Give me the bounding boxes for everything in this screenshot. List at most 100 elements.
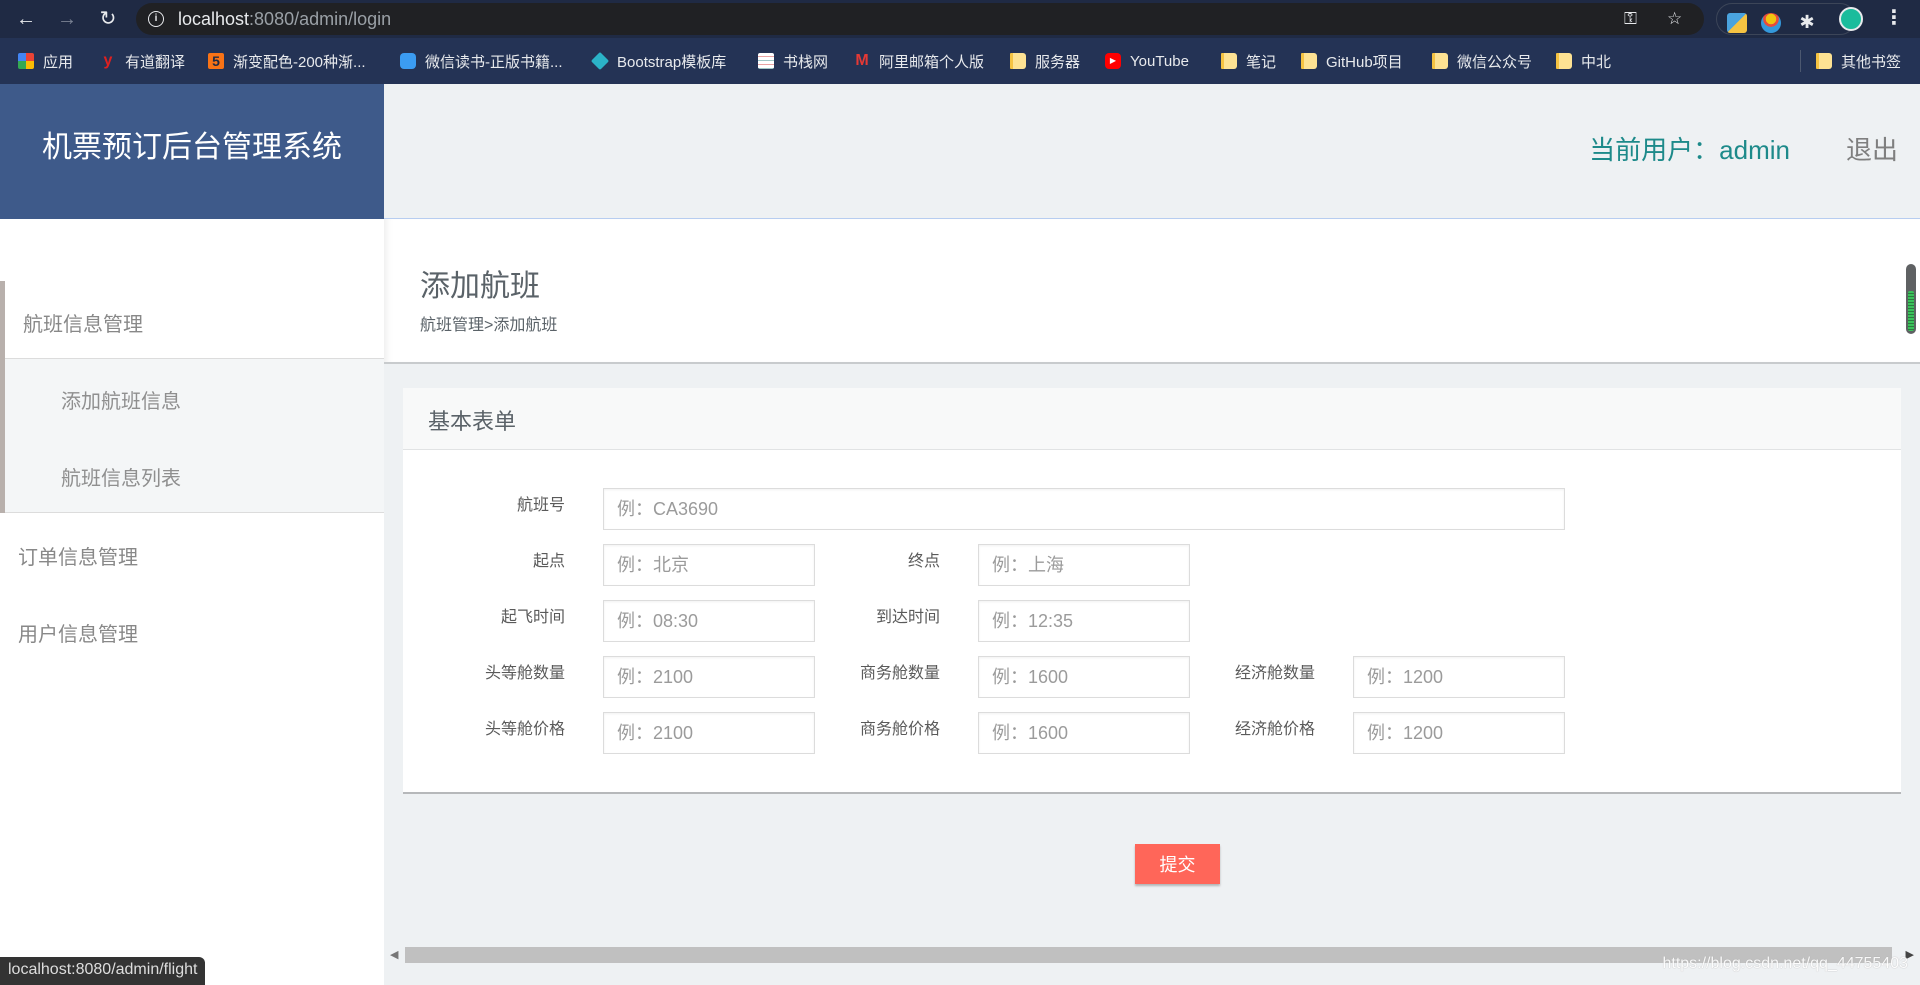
origin-label: 起点 bbox=[532, 553, 565, 570]
bookmark-label: 应用 bbox=[43, 53, 74, 71]
business-class-count-input[interactable] bbox=[978, 656, 1190, 698]
bookmark-folder-wechat[interactable]: 微信公众号 bbox=[1432, 50, 1532, 72]
site-info-icon[interactable]: i bbox=[148, 11, 164, 27]
bookmark-folder-notes[interactable]: 笔记 bbox=[1221, 50, 1276, 72]
logout-link[interactable]: 退出 bbox=[1846, 130, 1898, 167]
sidebar: 航班信息管理 添加航班信息 航班信息列表 订单信息管理 用户信息管理 bbox=[0, 219, 384, 985]
folder-icon bbox=[1010, 53, 1026, 69]
youdao-icon: y bbox=[103, 52, 113, 69]
bookmark-folder-server[interactable]: 服务器 bbox=[1010, 50, 1080, 72]
scroll-left-icon[interactable]: ◀ bbox=[390, 948, 398, 961]
profile-avatar[interactable] bbox=[1839, 7, 1863, 31]
form-card-title: 基本表单 bbox=[428, 409, 517, 434]
sidebar-item-flight-management[interactable]: 航班信息管理 bbox=[23, 308, 143, 337]
bookmark-label: GitHub项目 bbox=[1326, 53, 1403, 71]
bookmark-folder-other[interactable]: 其他书签 bbox=[1816, 50, 1901, 72]
app-brand: 机票预订后台管理系统 bbox=[0, 84, 384, 219]
vertical-scroll-indicator[interactable] bbox=[1906, 264, 1916, 334]
bookmark-weread[interactable]: 微信读书-正版书籍... bbox=[400, 50, 563, 72]
gradient-site-icon: 5 bbox=[208, 53, 224, 69]
page-header: 添加航班 航班管理>添加航班 bbox=[384, 219, 1920, 364]
bookmark-bootstrap[interactable]: Bootstrap模板库 bbox=[590, 50, 726, 72]
status-bar-url: localhost:8080/admin/flight bbox=[0, 957, 206, 985]
sidebar-item-flight-list[interactable]: 航班信息列表 bbox=[61, 462, 181, 491]
puzzle-extensions-icon[interactable]: ✱ bbox=[1797, 13, 1817, 33]
alimail-icon: M bbox=[855, 52, 869, 69]
scroll-level-fill bbox=[1908, 291, 1914, 331]
folder-icon bbox=[1816, 53, 1832, 69]
bookmark-label: 有道翻译 bbox=[125, 53, 186, 71]
star-bookmark-icon[interactable]: ☆ bbox=[1667, 9, 1682, 29]
first-class-price-label: 头等舱价格 bbox=[484, 721, 565, 738]
bookmarks-divider bbox=[1800, 50, 1801, 72]
bookmark-label: 其他书签 bbox=[1841, 53, 1902, 71]
url-path: :8080/admin/login bbox=[249, 9, 392, 29]
destination-input[interactable] bbox=[978, 544, 1190, 586]
bookmark-youtube[interactable]: ▶ YouTube bbox=[1105, 50, 1189, 72]
bookstack-icon bbox=[758, 53, 774, 69]
current-user-label: 当前用户：admin bbox=[1589, 135, 1790, 165]
browser-toolbar: ← → ↻ i localhost:8080/admin/login ⚿ ☆ ✱… bbox=[0, 0, 1920, 38]
bookmark-label: 中北 bbox=[1581, 53, 1612, 71]
bookmark-alimail[interactable]: M 阿里邮箱个人版 bbox=[854, 50, 984, 72]
bookmark-folder-github[interactable]: GitHub项目 bbox=[1301, 50, 1403, 72]
url-host: localhost bbox=[178, 9, 250, 29]
fruit-extension-icon[interactable] bbox=[1761, 13, 1781, 33]
business-class-price-input[interactable] bbox=[978, 712, 1190, 754]
back-icon[interactable]: ← bbox=[14, 7, 38, 31]
bookmarks-bar: 应用 y 有道翻译 5 渐变配色-200种渐... 微信读书-正版书籍... Boo… bbox=[0, 38, 1920, 84]
extensions-area: ✱ bbox=[1716, 3, 1856, 35]
folder-icon bbox=[1301, 53, 1317, 69]
forward-icon[interactable]: → bbox=[55, 7, 79, 31]
bookmark-folder-zhongbei[interactable]: 中北 bbox=[1556, 50, 1611, 72]
economy-class-count-label: 经济舱数量 bbox=[1234, 665, 1315, 682]
sidebar-item-add-flight[interactable]: 添加航班信息 bbox=[61, 385, 181, 414]
business-class-price-label: 商务舱价格 bbox=[859, 721, 940, 738]
reload-icon[interactable]: ↻ bbox=[96, 7, 120, 31]
flight-no-label: 航班号 bbox=[516, 497, 565, 514]
bookmark-label: 微信公众号 bbox=[1457, 53, 1533, 71]
bookmark-label: 服务器 bbox=[1035, 53, 1081, 71]
bookmark-youdao[interactable]: y 有道翻译 bbox=[100, 50, 185, 72]
apps-grid-icon bbox=[18, 53, 34, 69]
sidebar-item-user-management[interactable]: 用户信息管理 bbox=[18, 618, 138, 647]
sidebar-item-order-management[interactable]: 订单信息管理 bbox=[18, 541, 138, 570]
bookmark-label: 笔记 bbox=[1246, 53, 1277, 71]
arrive-time-input[interactable] bbox=[978, 600, 1190, 642]
bootstrap-icon bbox=[590, 51, 610, 71]
url-text[interactable]: localhost:8080/admin/login bbox=[178, 9, 391, 30]
flight-no-input[interactable] bbox=[603, 488, 1565, 530]
bookmark-label: 渐变配色-200种渐... bbox=[233, 53, 366, 71]
bookmark-label: 书栈网 bbox=[783, 53, 829, 71]
economy-class-price-label: 经济舱价格 bbox=[1234, 721, 1315, 738]
destination-label: 终点 bbox=[907, 553, 940, 570]
folder-icon bbox=[1432, 53, 1448, 69]
page-title: 添加航班 bbox=[420, 270, 540, 303]
folder-icon bbox=[1556, 53, 1572, 69]
bookmark-label: YouTube bbox=[1130, 52, 1189, 70]
first-class-count-input[interactable] bbox=[603, 656, 815, 698]
address-bar[interactable]: i localhost:8080/admin/login ⚿ ☆ bbox=[136, 3, 1704, 35]
economy-class-price-input[interactable] bbox=[1353, 712, 1565, 754]
bookmark-label: 阿里邮箱个人版 bbox=[879, 53, 985, 71]
browser-menu-icon[interactable]: ⋮ bbox=[1884, 6, 1904, 30]
youtube-icon: ▶ bbox=[1105, 53, 1121, 69]
business-class-count-label: 商务舱数量 bbox=[859, 665, 940, 682]
depart-time-input[interactable] bbox=[603, 600, 815, 642]
economy-class-count-input[interactable] bbox=[1353, 656, 1565, 698]
origin-input[interactable] bbox=[603, 544, 815, 586]
submit-button[interactable]: 提交 bbox=[1135, 844, 1220, 884]
sidebar-submenu-flights: 添加航班信息 航班信息列表 bbox=[5, 358, 384, 513]
arrive-time-label: 到达时间 bbox=[875, 609, 940, 626]
first-class-count-label: 头等舱数量 bbox=[484, 665, 565, 682]
bookmark-gradient[interactable]: 5 渐变配色-200种渐... bbox=[208, 50, 366, 72]
bookmark-apps[interactable]: 应用 bbox=[18, 50, 73, 72]
first-class-price-input[interactable] bbox=[603, 712, 815, 754]
bookmark-bookstack[interactable]: 书栈网 bbox=[758, 50, 828, 72]
key-icon[interactable]: ⚿ bbox=[1624, 9, 1637, 29]
bookmark-label: 微信读书-正版书籍... bbox=[425, 53, 563, 71]
weread-icon bbox=[400, 53, 416, 69]
download-extension-icon[interactable] bbox=[1727, 13, 1747, 33]
breadcrumb: 航班管理>添加航班 bbox=[420, 317, 558, 334]
app-topbar: 当前用户：admin 退出 bbox=[384, 84, 1920, 219]
